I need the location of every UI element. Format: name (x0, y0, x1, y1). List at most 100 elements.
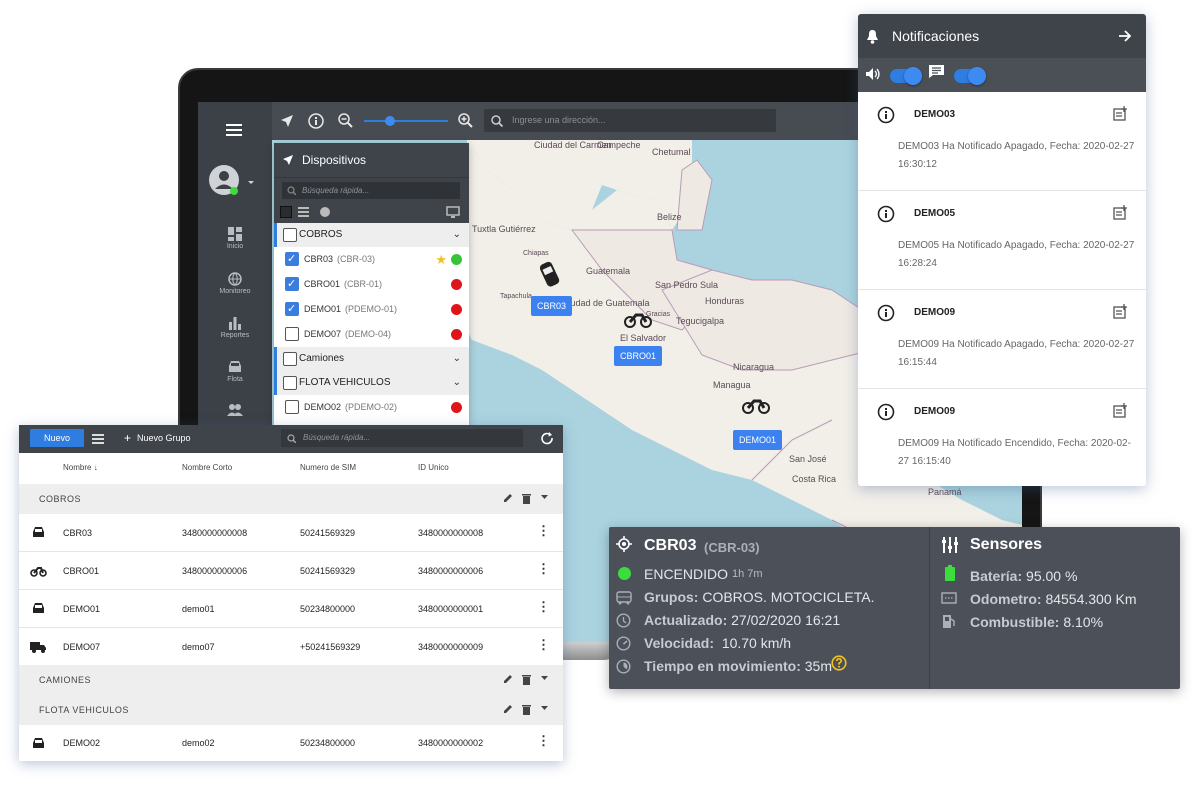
notifications-toolbar (858, 58, 1146, 92)
device-checkbox[interactable] (285, 272, 299, 297)
refresh-icon[interactable] (541, 432, 554, 445)
marker-tag[interactable]: DEMO01 (733, 430, 783, 450)
rail-item-reportes[interactable]: Reportes (198, 316, 272, 339)
car-marker-icon[interactable] (540, 260, 560, 290)
device-checkbox[interactable] (285, 400, 299, 414)
table-row[interactable]: CBRO01 3480000000006 50241569329 3480000… (19, 552, 563, 590)
table-row[interactable]: CBR03 3480000000008 50241569329 34800000… (19, 514, 563, 552)
group-checkbox[interactable] (283, 376, 297, 390)
rail-item-users[interactable] (198, 404, 272, 418)
new-button[interactable]: Nuevo (30, 429, 84, 447)
rail-item-inicio[interactable]: Inicio (198, 227, 272, 250)
marker-tag[interactable]: CBR03 (531, 296, 573, 316)
list-icon[interactable] (298, 207, 309, 217)
chevron-down-icon[interactable]: ⌄ (453, 223, 461, 247)
group-checkbox[interactable] (283, 228, 297, 242)
add-note-icon[interactable] (1113, 106, 1128, 121)
map-label: Panamá (928, 487, 962, 497)
zoom-out-icon[interactable] (338, 113, 353, 128)
rail-item-flota[interactable]: Flota (198, 360, 272, 383)
notification-item[interactable]: DEMO09 DEMO09 Ha Notificado Apagado, Fec… (858, 290, 1146, 389)
device-name: DEMO01 (304, 304, 342, 314)
add-note-icon[interactable] (1113, 205, 1128, 220)
device-item[interactable]: CBRO01(CBR-01) (274, 272, 469, 297)
chevron-down-icon[interactable]: ⌄ (453, 371, 461, 395)
rail-item-monitoreo[interactable]: Monitoreo (198, 272, 272, 295)
column-header[interactable]: Numero de SIM (300, 463, 356, 472)
more-vert-icon[interactable]: ⋮ (537, 524, 550, 537)
device-item[interactable]: CBR03(CBR-03) ★ (274, 247, 469, 272)
caret-down-icon[interactable] (541, 706, 548, 711)
groups-label: Grupos: (644, 589, 699, 605)
delete-icon[interactable] (522, 493, 531, 504)
delete-icon[interactable] (522, 674, 531, 685)
column-header[interactable]: ID Unico (418, 463, 449, 472)
menu-icon[interactable] (226, 124, 242, 136)
chevron-down-icon[interactable]: ⌄ (453, 347, 461, 371)
device-item[interactable]: DEMO01(PDEMO-01) (274, 297, 469, 322)
notification-item[interactable]: DEMO03 DEMO03 Ha Notificado Apagado, Fec… (858, 92, 1146, 191)
address-search-input[interactable]: Ingrese una dirección... (484, 109, 776, 132)
more-vert-icon[interactable]: ⋮ (537, 562, 550, 575)
device-group-flota[interactable]: FLOTA VEHICULOS ⌄ (274, 371, 469, 395)
select-all-checkbox[interactable] (280, 206, 292, 218)
info-icon (877, 304, 895, 322)
list-icon[interactable] (92, 434, 104, 444)
arrow-right-icon[interactable] (1118, 29, 1132, 43)
more-vert-icon[interactable]: ⋮ (537, 734, 550, 747)
device-checkbox[interactable] (285, 327, 299, 341)
device-checkbox[interactable] (285, 297, 299, 322)
notification-item[interactable]: DEMO09 DEMO09 Ha Notificado Encendido, F… (858, 389, 1146, 486)
table-row[interactable]: DEMO07 demo07 +50241569329 3480000000009… (19, 628, 563, 666)
new-group-button[interactable]: Nuevo Grupo (137, 433, 191, 443)
device-item[interactable]: DEMO07 (DEMO-04) (274, 322, 469, 347)
detail-duration: 1h 7m (732, 568, 763, 580)
marker-tag[interactable]: CBRO01 (614, 346, 663, 366)
zoom-slider[interactable] (364, 120, 448, 122)
column-header-nombre[interactable]: Nombre ↓ (63, 463, 98, 472)
zoom-in-icon[interactable] (458, 113, 473, 128)
zoom-slider-thumb[interactable] (385, 116, 395, 126)
motorcycle-marker-icon[interactable] (624, 310, 652, 328)
cell-sim: +50241569329 (300, 642, 361, 652)
cell-short: demo01 (182, 604, 215, 614)
edit-icon[interactable] (503, 493, 513, 503)
sound-toggle[interactable] (890, 67, 922, 85)
more-vert-icon[interactable]: ⋮ (537, 638, 550, 651)
detail-name: CBR03 (644, 537, 697, 554)
status-filter-icon[interactable] (320, 207, 330, 217)
odometer-value: 84554.300 Km (1045, 591, 1137, 607)
table-row[interactable]: DEMO01 demo01 50234800000 3480000000001 … (19, 590, 563, 628)
device-item[interactable]: DEMO02 (PDEMO-02) (274, 395, 469, 420)
caret-down-icon[interactable] (541, 495, 548, 500)
delete-icon[interactable] (522, 704, 531, 715)
info-icon[interactable] (308, 113, 324, 129)
navigation-icon[interactable] (280, 114, 294, 128)
add-note-icon[interactable] (1113, 304, 1128, 319)
odometer-label: Odometro: (970, 591, 1042, 607)
table-group-row[interactable]: COBROS (19, 484, 563, 514)
device-group-camiones[interactable]: Camiones ⌄ (274, 347, 469, 371)
device-group-cobros[interactable]: COBROS ⌄ (274, 223, 469, 247)
edit-icon[interactable] (503, 674, 513, 684)
table-group-row[interactable]: CAMIONES (19, 665, 563, 695)
plus-icon[interactable]: + (124, 432, 131, 444)
star-icon[interactable]: ★ (435, 247, 447, 272)
add-note-icon[interactable] (1113, 403, 1128, 418)
column-header[interactable]: Nombre Corto (182, 463, 232, 472)
device-checkbox[interactable] (285, 247, 299, 272)
group-checkbox[interactable] (283, 352, 297, 366)
more-vert-icon[interactable]: ⋮ (537, 600, 550, 613)
help-icon[interactable] (831, 655, 847, 671)
monitor-icon[interactable] (446, 206, 460, 218)
caret-down-icon[interactable] (541, 676, 548, 681)
table-search-input[interactable]: Búsqueda rápida... (281, 429, 523, 447)
popup-toggle[interactable] (954, 67, 986, 85)
device-search-input[interactable]: Búsqueda rápida... (282, 182, 460, 199)
table-row[interactable]: DEMO02 demo02 50234800000 3480000000002 … (19, 725, 563, 761)
motorcycle-marker-icon[interactable] (742, 396, 770, 414)
avatar[interactable] (208, 164, 256, 198)
table-group-row[interactable]: FLOTA VEHICULOS (19, 695, 563, 725)
notification-item[interactable]: DEMO05 DEMO05 Ha Notificado Apagado, Fec… (858, 191, 1146, 290)
edit-icon[interactable] (503, 704, 513, 714)
